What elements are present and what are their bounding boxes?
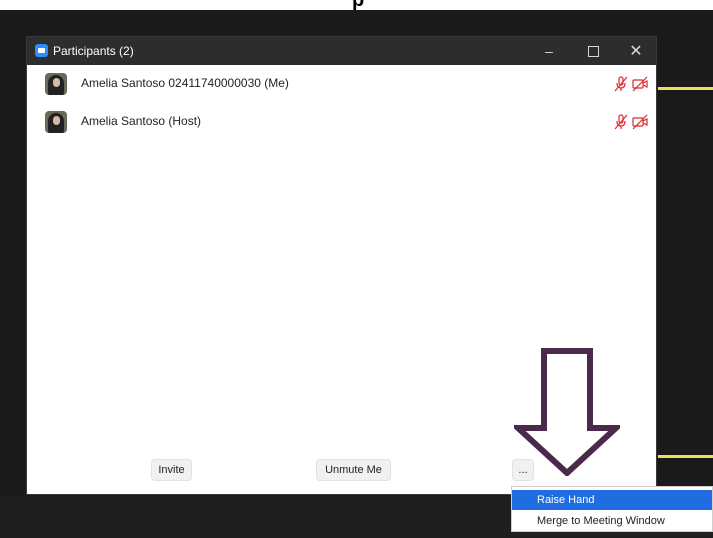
participant-row[interactable]: Amelia Santoso (Host) (27, 103, 656, 141)
participant-name: Amelia Santoso (Host) (81, 114, 202, 128)
minimize-button[interactable]: – (527, 37, 571, 65)
avatar (45, 73, 67, 95)
background-top-strip: p (0, 0, 713, 10)
invite-button[interactable]: Invite (151, 459, 192, 481)
video-off-icon[interactable] (632, 114, 648, 130)
close-icon: ✕ (629, 43, 643, 60)
close-button[interactable]: ✕ (614, 37, 658, 65)
video-off-icon[interactable] (632, 76, 648, 92)
down-arrow-annotation (514, 348, 620, 476)
mic-muted-icon[interactable] (614, 76, 628, 92)
menu-item-merge-to-meeting-window[interactable]: Merge to Meeting Window (512, 511, 712, 531)
participant-name: Amelia Santoso 02411740000030 (Me) (81, 76, 289, 90)
window-title: Participants (2) (53, 44, 134, 58)
more-options-menu: Raise Hand Merge to Meeting Window (511, 486, 713, 532)
background-partial-text: p (352, 0, 364, 10)
background-yellow-line (658, 87, 713, 90)
zoom-app-icon (35, 44, 48, 57)
maximize-button[interactable] (571, 37, 615, 65)
window-titlebar[interactable]: Participants (2) – ✕ (27, 37, 656, 65)
unmute-me-button[interactable]: Unmute Me (316, 459, 391, 481)
maximize-icon (587, 45, 599, 57)
mic-muted-icon[interactable] (614, 114, 628, 130)
menu-item-raise-hand[interactable]: Raise Hand (512, 490, 712, 510)
participant-list: Amelia Santoso 02411740000030 (Me) Ameli… (27, 65, 656, 141)
avatar (45, 111, 67, 133)
participant-row[interactable]: Amelia Santoso 02411740000030 (Me) (27, 65, 656, 103)
minimize-icon: – (545, 43, 553, 59)
background-yellow-line (658, 455, 713, 458)
